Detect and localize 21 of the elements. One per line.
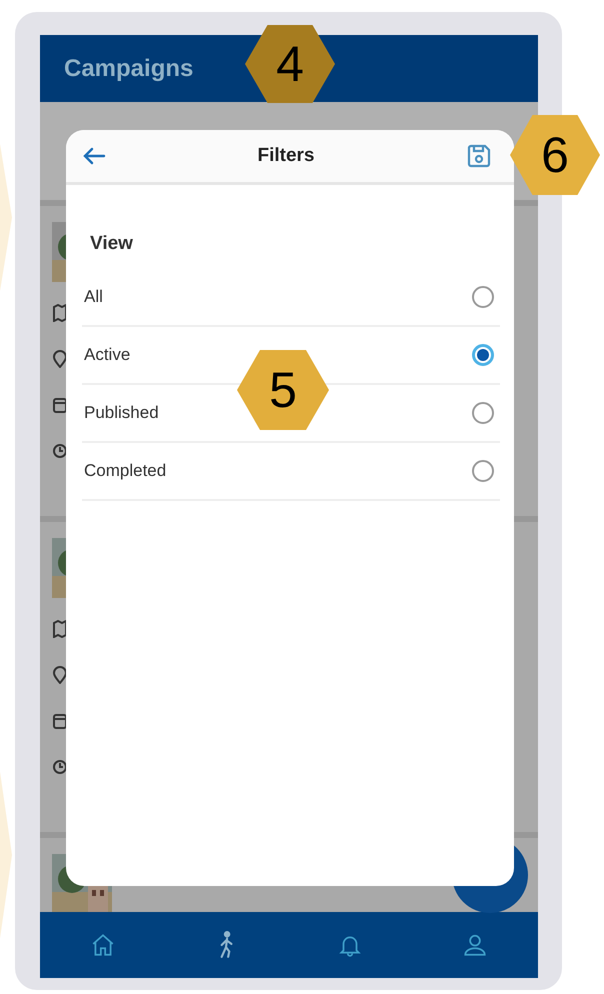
filter-option[interactable]: Completed <box>82 443 500 501</box>
back-icon[interactable] <box>82 146 106 166</box>
radio-button[interactable] <box>472 402 494 424</box>
calendar-icon <box>52 396 68 414</box>
user-icon[interactable] <box>462 932 488 958</box>
section-heading: View <box>90 233 134 255</box>
pin-icon <box>52 350 68 368</box>
pin-icon <box>52 666 68 684</box>
dialog-title: Filters <box>257 145 315 167</box>
filter-option[interactable]: All <box>82 269 500 327</box>
header-title: Campaigns <box>64 54 194 82</box>
radio-button[interactable] <box>472 286 494 308</box>
clock-icon <box>52 442 68 460</box>
map-icon <box>52 620 68 638</box>
map-icon <box>52 304 68 322</box>
radio-button[interactable] <box>472 460 494 482</box>
save-icon[interactable] <box>466 143 492 169</box>
clock-icon <box>52 758 68 776</box>
radio-button[interactable] <box>472 344 494 366</box>
home-icon[interactable] <box>90 932 116 958</box>
calendar-icon <box>52 712 68 730</box>
